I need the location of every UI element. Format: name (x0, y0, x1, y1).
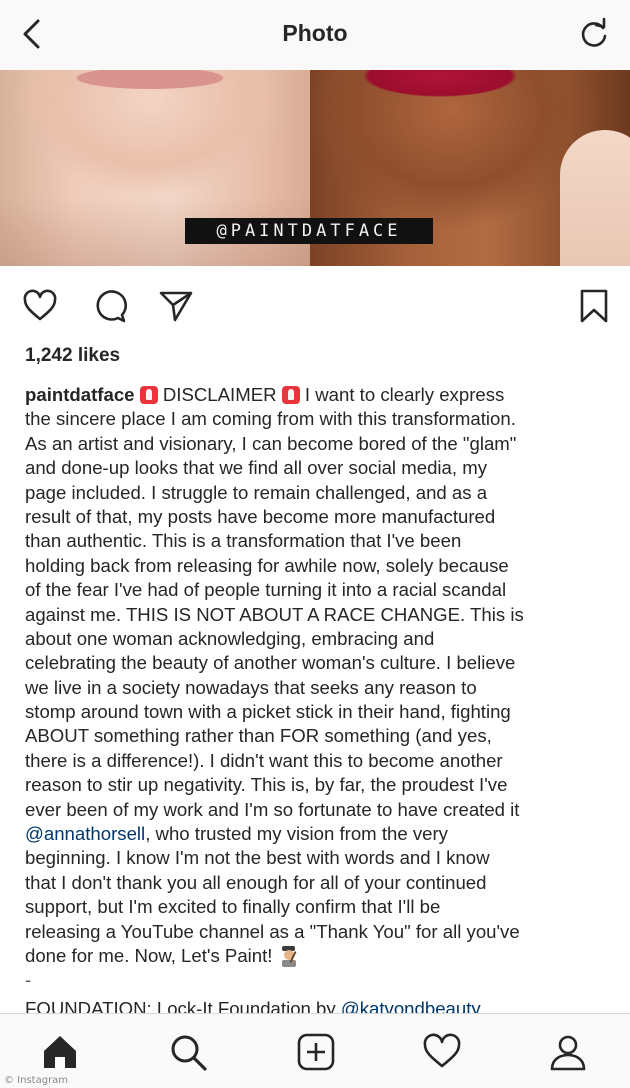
post-caption: paintdatface DISCLAIMER I want to clearl… (25, 383, 615, 1021)
caption-line: against me. THIS IS NOT ABOUT A RACE CHA… (25, 603, 524, 625)
post-action-bar (0, 282, 630, 332)
search-icon[interactable] (168, 1032, 208, 1072)
mention-link[interactable]: @annathorsell (25, 823, 145, 844)
caption-line: page included. I struggle to remain chal… (25, 481, 488, 503)
caption-line: about one woman acknowledging, embracing… (25, 627, 435, 649)
caption-line: As an artist and visionary, I can become… (25, 432, 517, 454)
home-icon[interactable] (40, 1032, 80, 1072)
caption-line: support, but I'm excited to finally conf… (25, 896, 441, 918)
disclaimer-text: DISCLAIMER (162, 384, 277, 405)
comment-icon[interactable] (92, 288, 128, 324)
caption-line: ABOUT something rather than FOR somethin… (25, 725, 492, 747)
caption-line: of the fear I've had of people turning i… (25, 579, 507, 601)
profile-icon[interactable] (548, 1032, 588, 1072)
caption-line: done for me. Now, Let's Paint! (25, 944, 615, 968)
bottom-tab-bar: © Instagram (0, 1013, 630, 1088)
siren-emoji-icon (139, 386, 158, 404)
photo-credit: © Instagram (4, 1075, 69, 1086)
caption-line: celebrating the beauty of another woman'… (25, 652, 516, 674)
caption-line: holding back from releasing for awhile n… (25, 554, 509, 576)
caption-line: @annathorsell, who trusted my vision fro… (25, 822, 615, 846)
caption-line: paintdatface DISCLAIMER I want to clearl… (25, 383, 615, 407)
share-icon[interactable] (158, 288, 194, 324)
top-bar: Photo (0, 0, 630, 71)
photo-watermark: @PAINTDATFACE (185, 218, 433, 244)
refresh-icon[interactable] (578, 16, 610, 50)
siren-emoji-icon (281, 386, 300, 404)
caption-line: that I don't thank you all enough for al… (25, 871, 487, 893)
caption-text: I want to clearly express (304, 384, 505, 405)
caption-dash: - (25, 969, 32, 991)
caption-line: and done-up looks that we find all over … (25, 457, 487, 479)
caption-line: reason to stir up negativity. This is, b… (25, 774, 508, 796)
caption-line: stomp around town with a picket stick in… (25, 701, 511, 723)
caption-line: beginning. I know I'm not the best with … (25, 847, 490, 869)
caption-username[interactable]: paintdatface (25, 384, 135, 405)
caption-line: there is a difference!). I didn't want t… (25, 749, 503, 771)
likes-count[interactable]: 1,242 likes (25, 345, 120, 367)
caption-text: done for me. Now, Let's Paint! (25, 944, 273, 966)
page-title: Photo (282, 20, 348, 46)
caption-line: releasing a YouTube channel as a "Thank … (25, 920, 520, 942)
bookmark-icon[interactable] (576, 288, 612, 324)
add-post-icon[interactable] (296, 1032, 336, 1072)
heart-icon[interactable] (22, 288, 58, 324)
post-photo[interactable]: @PAINTDATFACE (0, 70, 630, 266)
artist-emoji-icon (281, 945, 297, 967)
caption-line: ever been of my work and I'm so fortunat… (25, 798, 520, 820)
caption-line: result of that, my posts have become mor… (25, 505, 496, 527)
caption-text: , who trusted my vision from the very (145, 823, 448, 845)
thumb-shape (560, 130, 630, 266)
caption-line: than authentic. This is a transformation… (25, 530, 462, 552)
activity-heart-icon[interactable] (422, 1032, 462, 1072)
caption-line: the sincere place I am coming from with … (25, 408, 516, 430)
caption-line: we live in a society nowadays that seeks… (25, 676, 477, 698)
